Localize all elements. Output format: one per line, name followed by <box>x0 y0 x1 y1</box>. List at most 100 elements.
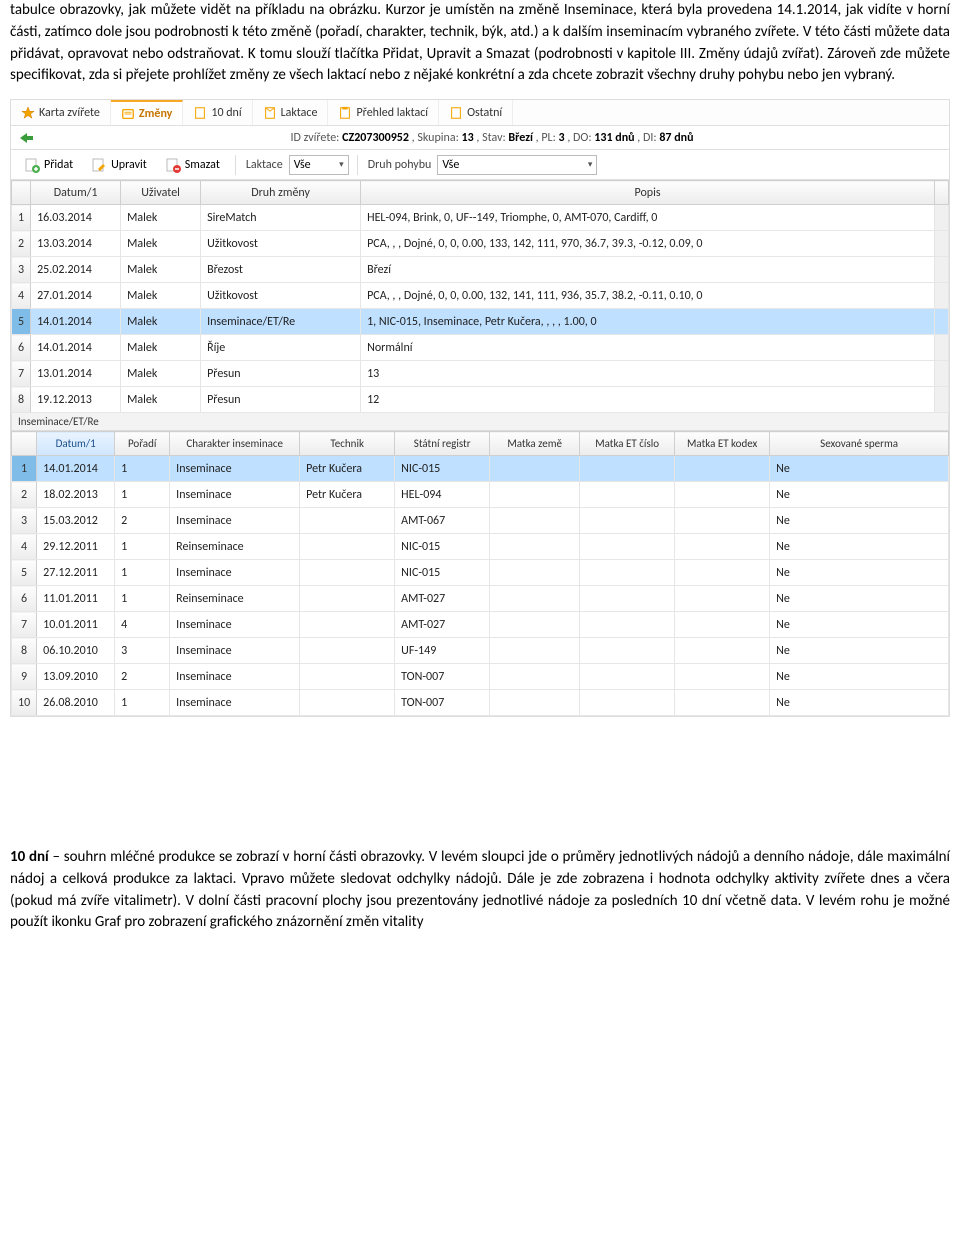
tab-prehled-laktaci[interactable]: Přehled laktací <box>328 100 439 125</box>
table-row[interactable]: 218.02.20131InseminacePetr KučeraHEL-094… <box>12 482 949 508</box>
cell-registr: TON-007 <box>395 664 490 690</box>
cell-technik <box>300 638 395 664</box>
scrollbar-track[interactable] <box>935 231 949 257</box>
rownum: 2 <box>12 231 31 257</box>
cell-registr: NIC-015 <box>395 534 490 560</box>
cell-mc <box>580 482 675 508</box>
cell-datum: 13.01.2014 <box>31 361 121 387</box>
cell-sx: Ne <box>770 456 949 482</box>
cell-sx: Ne <box>770 690 949 716</box>
back-arrow-icon[interactable] <box>17 131 35 145</box>
scrollbar-track[interactable] <box>935 257 949 283</box>
table-row[interactable]: 806.10.20103InseminaceUF-149Ne <box>12 638 949 664</box>
cell-sx: Ne <box>770 508 949 534</box>
col-datum[interactable]: Datum/1 <box>37 432 115 456</box>
table-row[interactable]: 514.01.2014MalekInseminace/ET/Re1, NIC-0… <box>12 309 949 335</box>
table-row[interactable]: 710.01.20114InseminaceAMT-027Ne <box>12 612 949 638</box>
rownum: 2 <box>12 482 37 508</box>
druh-label: Druh pohybu <box>366 158 434 172</box>
info-pl: 3 <box>559 131 565 145</box>
info-di: 87 dnů <box>659 131 693 145</box>
cell-mk <box>675 586 770 612</box>
table-row[interactable]: 819.12.2013MalekPřesun12 <box>12 387 949 413</box>
tab-ostatni[interactable]: Ostatní <box>439 100 513 125</box>
tab-laktace[interactable]: Laktace <box>253 100 329 125</box>
cell-technik <box>300 612 395 638</box>
table-row[interactable]: 315.03.20122InseminaceAMT-067Ne <box>12 508 949 534</box>
edit-button[interactable]: Upravit <box>84 154 154 176</box>
col-matka-cislo[interactable]: Matka ET číslo <box>580 432 675 456</box>
scrollbar-track[interactable] <box>935 387 949 413</box>
tab-label: Laktace <box>281 106 318 120</box>
col-poradi[interactable]: Pořadí <box>115 432 170 456</box>
col-druh[interactable]: Druh změny <box>201 181 361 205</box>
cell-charakter: Inseminace <box>170 456 300 482</box>
changes-table: Datum/1 Uživatel Druh změny Popis 116.03… <box>11 180 949 413</box>
delete-button[interactable]: Smazat <box>158 154 227 176</box>
cell-registr: AMT-067 <box>395 508 490 534</box>
table-row[interactable]: 114.01.20141InseminacePetr KučeraNIC-015… <box>12 456 949 482</box>
col-sex-sperma[interactable]: Sexované sperma <box>770 432 949 456</box>
cell-uzivatel: Malek <box>121 361 201 387</box>
info-skupina: 13 <box>462 131 474 145</box>
cell-registr: UF-149 <box>395 638 490 664</box>
table-row[interactable]: 1026.08.20101InseminaceTON-007Ne <box>12 690 949 716</box>
table-row[interactable]: 713.01.2014MalekPřesun13 <box>12 361 949 387</box>
cell-mc <box>580 560 675 586</box>
rownum: 8 <box>12 387 31 413</box>
col-registr[interactable]: Státní registr <box>395 432 490 456</box>
table-row[interactable]: 614.01.2014MalekŘíjeNormální <box>12 335 949 361</box>
table-row[interactable]: 325.02.2014MalekBřezostBřezí <box>12 257 949 283</box>
col-popis[interactable]: Popis <box>361 181 935 205</box>
tab-karta-zvirete[interactable]: Karta zvířete <box>11 100 111 125</box>
para-body: – souhrn mléčné produkce se zobrazí v ho… <box>10 848 950 931</box>
table-row[interactable]: 116.03.2014MalekSireMatchHEL-094, Brink,… <box>12 205 949 231</box>
table-row[interactable]: 611.01.20111ReinseminaceAMT-027Ne <box>12 586 949 612</box>
rownum: 10 <box>12 690 37 716</box>
col-matka-zeme[interactable]: Matka země <box>490 432 580 456</box>
scrollbar-track[interactable] <box>935 309 949 335</box>
druh-combo[interactable]: Vše ▾ <box>437 155 597 175</box>
scrollbar-track[interactable] <box>935 335 949 361</box>
tab-10dni[interactable]: 10 dní <box>183 100 252 125</box>
table-row[interactable]: 429.12.20111ReinseminaceNIC-015Ne <box>12 534 949 560</box>
rownum-header[interactable] <box>12 181 31 205</box>
cell-mc <box>580 664 675 690</box>
col-matka-kodex[interactable]: Matka ET kodex <box>675 432 770 456</box>
cell-datum: 14.01.2014 <box>37 456 115 482</box>
add-button[interactable]: Přidat <box>17 154 80 176</box>
rownum: 5 <box>12 560 37 586</box>
scrollbar[interactable] <box>935 181 949 205</box>
table-row[interactable]: 427.01.2014MalekUžitkovostPCA, , , Dojné… <box>12 283 949 309</box>
cell-mc <box>580 456 675 482</box>
scrollbar-track[interactable] <box>935 361 949 387</box>
cell-datum: 11.01.2011 <box>37 586 115 612</box>
laktace-combo[interactable]: Vše ▾ <box>289 155 349 175</box>
cell-charakter: Reinseminace <box>170 534 300 560</box>
table-row[interactable]: 913.09.20102InseminaceTON-007Ne <box>12 664 949 690</box>
scrollbar-track[interactable] <box>935 205 949 231</box>
col-datum[interactable]: Datum/1 <box>31 181 121 205</box>
tab-label: Přehled laktací <box>356 106 428 120</box>
cell-mk <box>675 560 770 586</box>
col-uzivatel[interactable]: Uživatel <box>121 181 201 205</box>
cell-mz <box>490 508 580 534</box>
cell-uzivatel: Malek <box>121 283 201 309</box>
rownum: 9 <box>12 664 37 690</box>
note-icon <box>121 107 135 121</box>
cell-mz <box>490 482 580 508</box>
col-technik[interactable]: Technik <box>300 432 395 456</box>
table-row[interactable]: 527.12.20111InseminaceNIC-015Ne <box>12 560 949 586</box>
cell-mz <box>490 586 580 612</box>
col-charakter[interactable]: Charakter inseminace <box>170 432 300 456</box>
tab-zmeny[interactable]: Změny <box>111 100 183 125</box>
table-row[interactable]: 213.03.2014MalekUžitkovostPCA, , , Dojné… <box>12 231 949 257</box>
delete-icon <box>165 157 181 173</box>
rownum: 1 <box>12 205 31 231</box>
scrollbar-track[interactable] <box>935 283 949 309</box>
info-skupina-label: , Skupina: <box>412 131 462 145</box>
chevron-down-icon: ▾ <box>588 159 593 170</box>
rownum-header[interactable] <box>12 432 37 456</box>
cell-mc <box>580 586 675 612</box>
tab-label: 10 dní <box>211 106 241 120</box>
